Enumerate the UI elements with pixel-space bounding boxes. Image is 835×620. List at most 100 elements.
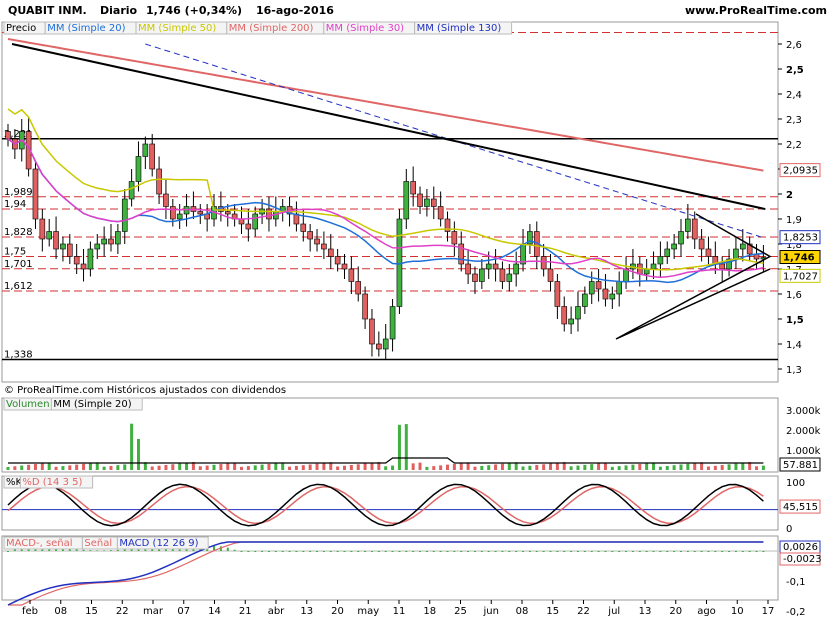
volume-bar — [494, 464, 498, 470]
macd-histogram-bar — [473, 551, 476, 552]
volume-bar — [171, 464, 175, 470]
stock-chart[interactable]: 2,62,52,42,32,22,121,91,81,71,61,51,41,3… — [0, 0, 835, 620]
macd-histogram-bar — [302, 551, 305, 552]
candle — [609, 293, 616, 300]
macd-histogram-bar — [247, 551, 250, 552]
price-badge-text: 1,7027 — [783, 271, 818, 282]
candle — [5, 131, 11, 140]
macd-histogram-bar — [659, 551, 662, 552]
candle — [568, 318, 574, 325]
price-tick-label: 1,4 — [786, 340, 802, 351]
candle — [389, 306, 396, 340]
candle — [616, 281, 622, 295]
ma20-line — [7, 138, 764, 284]
trendline-down — [11, 43, 766, 210]
volume-bar — [418, 462, 422, 470]
volume-bar — [761, 465, 765, 470]
x-tick-label: mar — [143, 606, 164, 617]
macd-histogram-bar — [398, 551, 401, 552]
macd-histogram-bar — [439, 551, 442, 552]
legend-item: MM (Simple 20) — [53, 399, 131, 410]
candle — [499, 268, 506, 282]
legend-item: Precio — [6, 23, 36, 34]
price-tick-label: 2,3 — [786, 115, 802, 126]
volume-bar — [404, 424, 408, 470]
candle — [705, 248, 712, 257]
volume-bar — [720, 465, 724, 470]
volume-bar — [425, 466, 429, 470]
macd-histogram-bar — [487, 551, 490, 552]
candle — [733, 248, 739, 260]
volume-bar — [658, 466, 662, 470]
volume-bar — [336, 466, 340, 470]
candle — [327, 248, 334, 257]
volume-bar — [198, 466, 202, 470]
volume-bar — [555, 462, 559, 470]
candle — [32, 168, 39, 220]
macd-histogram-bar — [679, 551, 682, 552]
candle — [149, 143, 156, 170]
macd-histogram-bar — [96, 550, 99, 551]
volume-bar — [136, 438, 140, 470]
volume-bar — [446, 464, 450, 470]
stoch-badge-text: 45,515 — [783, 502, 818, 513]
macd-histogram-bar — [412, 551, 415, 552]
x-tick-label: 21 — [239, 606, 252, 617]
volume-bar — [672, 465, 676, 470]
candle — [156, 168, 162, 195]
x-tick-label: 07 — [177, 606, 190, 617]
stoch-tick-label: 100 — [786, 478, 805, 489]
candle — [142, 143, 149, 157]
volume-bar — [246, 466, 250, 470]
macd-histogram-bar — [625, 551, 628, 552]
volume-bar — [576, 465, 580, 470]
macd-histogram-bar — [446, 551, 449, 552]
macd-histogram-bar — [322, 551, 325, 552]
volume-bar — [82, 463, 86, 470]
volume-bar — [363, 463, 367, 470]
candle — [451, 231, 458, 245]
macd-histogram-bar — [748, 551, 751, 552]
macd-histogram-bar — [316, 551, 319, 552]
volume-bar — [205, 465, 209, 470]
macd-histogram-bar — [590, 551, 593, 552]
legend-item: MACD (12 26 9) — [119, 538, 198, 549]
price-tick-label: 1,9 — [786, 215, 802, 226]
macd-histogram-bar — [82, 549, 85, 551]
level-label: 1,612 — [4, 281, 33, 292]
volume-bar — [397, 424, 401, 470]
level-label: 1,701 — [4, 259, 33, 270]
candle — [355, 281, 362, 295]
macd-tick-label: -0,1 — [786, 577, 806, 588]
level-label: 1,94 — [4, 199, 26, 210]
volume-bar — [521, 466, 525, 470]
volume-bar — [473, 466, 477, 470]
candle — [266, 208, 272, 220]
macd-histogram-bar — [460, 551, 463, 552]
macd-histogram-bar — [549, 551, 552, 552]
x-tick-label: 08 — [54, 606, 67, 617]
volume-bar — [219, 464, 223, 470]
macd-histogram-bar — [570, 551, 573, 552]
candle — [252, 213, 259, 230]
candle — [513, 263, 519, 275]
volume-bar — [123, 464, 127, 470]
macd-histogram-bar — [741, 551, 744, 552]
volume-bar — [542, 464, 546, 470]
macd-histogram-bar — [597, 551, 600, 552]
x-tick-label: 15 — [85, 606, 98, 617]
volume-bar — [631, 464, 635, 470]
candle — [472, 273, 478, 282]
candle — [561, 306, 568, 325]
volume-bar — [679, 464, 683, 470]
candle — [197, 211, 204, 215]
x-tick-label: 22 — [116, 606, 129, 617]
x-tick-label: 17 — [762, 606, 775, 617]
volume-bar — [439, 465, 443, 470]
volume-bar — [178, 463, 182, 470]
volume-bar — [20, 465, 24, 470]
candle — [376, 343, 382, 350]
price-tick-label: 1,5 — [786, 315, 804, 326]
price-badge-text: 1,746 — [783, 253, 815, 264]
candle — [650, 263, 657, 270]
